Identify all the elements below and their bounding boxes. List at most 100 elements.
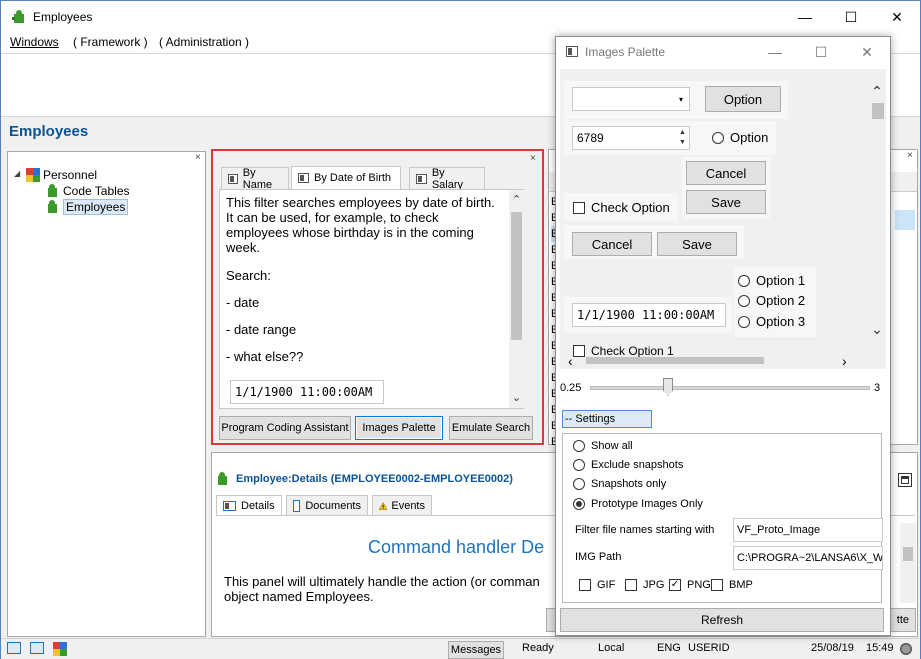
check-label: BMP: [729, 579, 753, 591]
warning-icon: [379, 501, 388, 510]
tab-by-salary[interactable]: By Salary: [409, 166, 485, 191]
settings-toggle-button[interactable]: -- Settings: [562, 410, 652, 428]
color-grid-icon[interactable]: [53, 642, 67, 656]
radio-option[interactable]: Option: [712, 130, 768, 145]
radio-icon: [738, 294, 750, 307]
maximize-panel-icon[interactable]: [898, 473, 912, 487]
status-local: Local: [598, 642, 625, 654]
scroll-right-icon[interactable]: ›: [842, 353, 847, 369]
filter-description: This filter searches employees by date o…: [226, 195, 495, 255]
title-bar: Employees — ☐ ✕: [1, 1, 920, 33]
tab-documents[interactable]: Documents: [286, 495, 368, 515]
tab-label: By Salary: [431, 166, 464, 191]
check-png[interactable]: ✓ PNG: [669, 579, 711, 591]
radio-snapshots-only[interactable]: Snapshots only: [573, 478, 666, 490]
palette-date-input[interactable]: 1/1/1900 11:00:00AM: [572, 303, 726, 327]
scroll-down-icon[interactable]: ⌄: [868, 321, 886, 337]
images-palette-window: Images Palette — ☐ ✕ ▾ Option 6789 ▲ ▼ Op…: [555, 36, 891, 636]
scroll-thumb[interactable]: [586, 357, 764, 364]
grid-icon[interactable]: [30, 642, 44, 654]
close-button[interactable]: ✕: [874, 1, 920, 33]
option-button[interactable]: Option: [705, 86, 781, 112]
palette-dropdown[interactable]: ▾: [572, 87, 690, 111]
settings-group: Show all Exclude snapshots Snapshots onl…: [562, 433, 883, 603]
palette-title-bar: Images Palette — ☐ ✕: [556, 37, 890, 67]
palette-close-button[interactable]: ✕: [844, 37, 890, 67]
radio-exclude-snapshots[interactable]: Exclude snapshots: [573, 459, 683, 471]
stepper-value: 6789: [577, 131, 604, 145]
tree-item-personnel[interactable]: Personnel: [26, 167, 97, 183]
radio-option-3[interactable]: Option 3: [738, 314, 805, 329]
scroll-up-icon[interactable]: ⌃: [509, 192, 524, 206]
radio-label: Option 3: [756, 314, 806, 329]
palette-vertical-scrollbar[interactable]: ⌃ ⌄: [868, 69, 886, 349]
palette-maximize-button[interactable]: ☐: [798, 37, 844, 67]
page-title: Employees: [9, 123, 89, 140]
menu-framework[interactable]: ( Framework ): [73, 35, 148, 49]
slider-thumb[interactable]: [663, 378, 673, 396]
minimize-button[interactable]: —: [782, 1, 828, 33]
check-bmp[interactable]: BMP: [711, 579, 753, 591]
layout-icon[interactable]: [7, 642, 21, 654]
cancel-button-2[interactable]: Cancel: [572, 232, 652, 256]
check-label: JPG: [643, 579, 665, 591]
save-button-2[interactable]: Save: [657, 232, 737, 256]
save-button[interactable]: Save: [686, 190, 766, 214]
tab-by-name[interactable]: By Name: [221, 167, 289, 191]
palette-minimize-button[interactable]: —: [752, 37, 798, 67]
radio-show-all[interactable]: Show all: [573, 440, 633, 452]
messages-button[interactable]: Messages: [448, 641, 504, 659]
scrollbar[interactable]: ⌃ ⌄: [509, 190, 524, 408]
check-label: GIF: [597, 579, 616, 591]
tree-item-employees[interactable]: Employees: [46, 199, 129, 215]
stepper-arrows-icon[interactable]: ▲ ▼: [679, 128, 686, 148]
scroll-thumb[interactable]: [872, 103, 884, 119]
close-icon[interactable]: ×: [530, 153, 536, 164]
img-path-input[interactable]: C:\PROGRA~2\LANSA6\X_WIN: [733, 546, 883, 570]
option-date-range: - date range: [226, 322, 297, 337]
collapse-icon[interactable]: ◢: [14, 169, 20, 178]
refresh-button[interactable]: Refresh: [560, 608, 884, 632]
radio-selected-icon: [573, 498, 585, 510]
tab-label: Events: [391, 499, 425, 512]
cancel-button[interactable]: Cancel: [686, 161, 766, 185]
close-icon[interactable]: ×: [907, 150, 913, 161]
details-body: This panel will ultimately handle the ac…: [224, 574, 540, 604]
palette-horizontal-scrollbar[interactable]: ‹ ›: [560, 351, 868, 369]
tab-events[interactable]: Events: [372, 495, 432, 515]
quantity-stepper[interactable]: 6789 ▲ ▼: [572, 126, 690, 150]
radio-prototype-images-only[interactable]: Prototype Images Only: [573, 498, 703, 510]
menu-administration[interactable]: ( Administration ): [159, 35, 249, 49]
radio-label: Exclude snapshots: [591, 459, 684, 471]
tab-label: Documents: [305, 499, 361, 512]
radio-option-2[interactable]: Option 2: [738, 293, 805, 308]
images-palette-button[interactable]: Images Palette: [355, 416, 443, 440]
check-gif[interactable]: GIF: [579, 579, 615, 591]
tab-by-date-of-birth[interactable]: By Date of Birth: [291, 166, 401, 189]
navigation-tree: × ◢ Personnel Code Tables Employees: [7, 151, 206, 637]
check-option[interactable]: Check Option: [573, 200, 670, 215]
filter-file-input[interactable]: VF_Proto_Image: [733, 518, 883, 542]
checkbox-checked-icon: ✓: [669, 579, 681, 591]
close-icon[interactable]: ×: [195, 152, 201, 163]
tree-item-code-tables[interactable]: Code Tables: [46, 183, 130, 199]
program-coding-assistant-button[interactable]: Program Coding Assistant: [219, 416, 351, 440]
scroll-left-icon[interactable]: ‹: [568, 353, 573, 369]
scroll-thumb[interactable]: [903, 547, 913, 561]
menu-windows[interactable]: Windows: [10, 35, 59, 49]
scroll-up-icon[interactable]: ⌃: [868, 83, 886, 99]
radio-label: Snapshots only: [591, 478, 667, 490]
check-label: PNG: [687, 579, 711, 591]
radio-icon: [712, 131, 724, 144]
maximize-button[interactable]: ☐: [828, 1, 874, 33]
scrollbar[interactable]: [900, 523, 916, 603]
radio-option-1[interactable]: Option 1: [738, 273, 805, 288]
scroll-thumb[interactable]: [511, 212, 522, 340]
form-icon: [298, 173, 309, 183]
date-input[interactable]: 1/1/1900 11:00:00AM: [230, 380, 384, 404]
scroll-down-icon[interactable]: ⌄: [509, 390, 524, 404]
emulate-search-button[interactable]: Emulate Search: [449, 416, 533, 440]
zoom-slider[interactable]: [590, 378, 870, 396]
tab-details[interactable]: Details: [216, 495, 282, 515]
check-jpg[interactable]: JPG: [625, 579, 664, 591]
